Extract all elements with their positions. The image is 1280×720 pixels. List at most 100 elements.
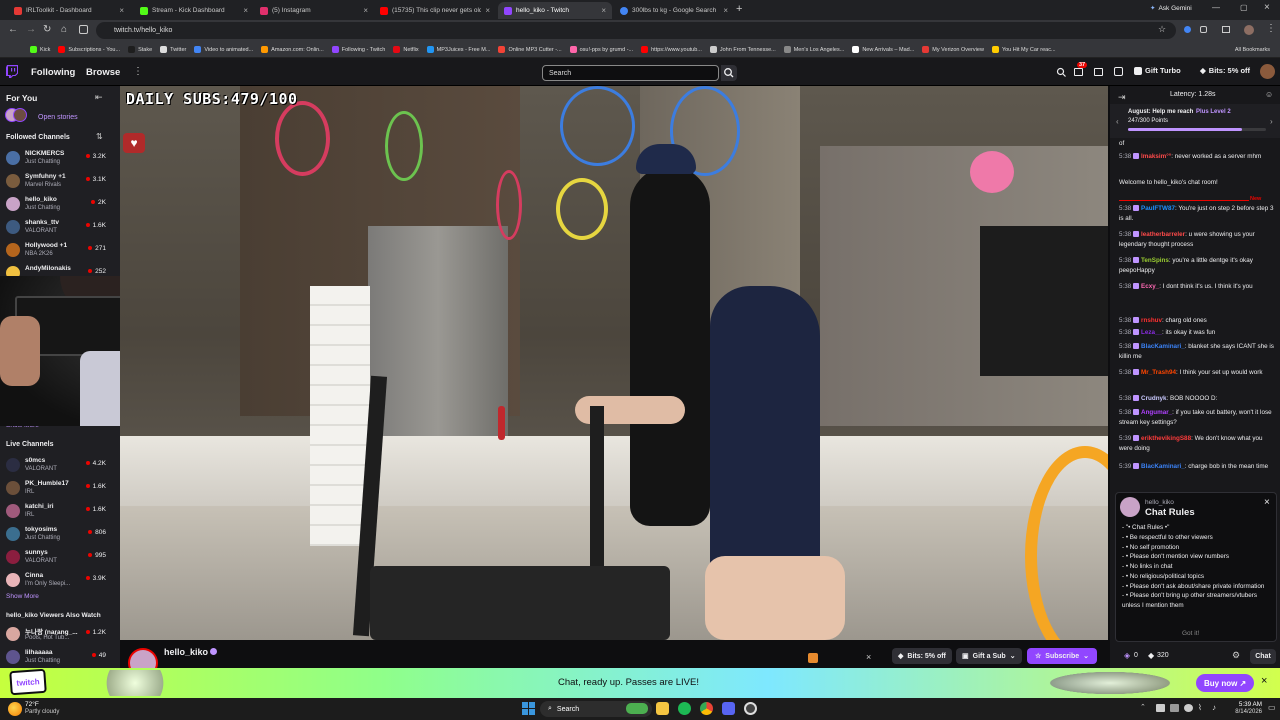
sidebar-channel-item[interactable]: lilhaaaaa Just Chatting 49 — [0, 647, 120, 668]
browser-tab[interactable]: (5) Instagram × — [254, 2, 374, 19]
subscribe-button[interactable]: ☆ Subscribe ⌄ — [1027, 648, 1098, 664]
show-more-link-2[interactable]: Show More — [6, 593, 39, 600]
chat-username[interactable]: Angumar_ — [1141, 409, 1172, 416]
chat-username[interactable]: lmaksim°° — [1141, 153, 1171, 160]
browser-tab-active[interactable]: hello_kiko - Twitch × — [498, 2, 612, 19]
buy-now-button[interactable]: Buy now ↗ — [1196, 674, 1255, 692]
browser-tab[interactable]: (15735) This clip never gets old × — [374, 2, 496, 19]
close-icon[interactable]: × — [485, 6, 490, 15]
chat-button[interactable]: Chat — [1250, 649, 1276, 664]
maximize-icon[interactable]: ▢ — [1240, 3, 1248, 12]
close-icon[interactable]: × — [119, 6, 124, 15]
sidebar-channel-item[interactable]: sunnys VALORANT 995 — [0, 547, 120, 570]
close-icon[interactable]: × — [866, 652, 871, 662]
sidebar-channel-item[interactable]: katchi_iri IRL 1.6K — [0, 501, 120, 524]
star-icon[interactable]: ☆ — [1158, 24, 1166, 35]
chevron-left-icon[interactable]: ‹ — [1116, 117, 1119, 126]
close-icon[interactable]: × — [1264, 497, 1270, 508]
profile-avatar[interactable] — [1244, 25, 1254, 35]
sidepanel-icon[interactable] — [1222, 26, 1230, 33]
volume-icon[interactable]: ♪ — [1212, 703, 1216, 712]
reload-icon[interactable]: ↻ — [43, 24, 51, 35]
twitch-logo-icon[interactable] — [6, 65, 18, 78]
chat-username[interactable]: BlacKaminari_ — [1141, 463, 1185, 470]
sidebar-channel-item[interactable]: 누나랑 (narang_... Pools, Hot Tub... 1.2K — [0, 624, 120, 647]
tray-app-icon[interactable] — [1184, 704, 1193, 712]
sort-icon[interactable]: ⇅ — [96, 132, 103, 141]
extension-icon[interactable] — [1184, 26, 1191, 33]
network-icon[interactable]: ⌇ — [1198, 703, 1202, 712]
following-link[interactable]: Following — [31, 67, 75, 78]
bookmark-item[interactable]: Following - Twitch — [331, 46, 385, 53]
sidebar-channel-item[interactable]: shanks_ttv VALORANT 1.6K — [0, 217, 120, 240]
all-bookmarks-button[interactable]: All Bookmarks — [1235, 47, 1280, 53]
chat-username[interactable]: Ecxy_ — [1141, 283, 1159, 290]
obs-icon[interactable] — [744, 702, 757, 715]
bookmark-item[interactable]: Video to animated... — [194, 46, 253, 53]
sidebar-channel-item[interactable]: Hollywood +1 NBA 2K26 271 — [0, 240, 120, 263]
bookmark-item[interactable]: Subscriptions - You... — [58, 46, 120, 53]
chat-username[interactable]: rnshuv — [1141, 317, 1162, 324]
close-icon[interactable]: × — [1261, 675, 1267, 687]
browser-tab[interactable]: IRLToolkit - Dashboard × — [8, 2, 130, 19]
close-window-icon[interactable]: × — [1264, 2, 1270, 13]
bookmark-item[interactable]: My Verizon Overview — [922, 46, 984, 53]
chat-username[interactable]: BlacKaminari_ — [1141, 343, 1185, 350]
chat-username[interactable]: PaulFTW87 — [1141, 205, 1175, 212]
spotify-icon[interactable] — [678, 702, 691, 715]
users-icon[interactable]: ☺ — [1265, 90, 1273, 99]
clock-time[interactable]: 5:39 AM — [1222, 701, 1262, 708]
bookmark-item[interactable]: Kick — [30, 46, 50, 53]
sidebar-channel-item[interactable]: s0mcs VALORANT 4.2K — [0, 455, 120, 478]
sidebar-channel-item[interactable]: NICKMERCS Just Chatting 3.2K — [0, 148, 120, 171]
bookmark-item[interactable]: Online MP3 Cutter -... — [498, 46, 562, 53]
inbox-icon[interactable] — [1094, 68, 1103, 76]
stories-avatars[interactable] — [5, 108, 31, 126]
forward-icon[interactable]: → — [26, 24, 36, 35]
browser-tab[interactable]: Stream - Kick Dashboard × — [134, 2, 254, 19]
search-input[interactable]: Search — [542, 65, 719, 81]
channel-name[interactable]: hello_kiko — [164, 647, 208, 657]
bits-offer-button[interactable]: ◆ Bits: 5% off — [892, 648, 952, 664]
minimize-icon[interactable]: — — [1212, 3, 1220, 12]
promo-banner[interactable]: twitch Chat, ready up. Passes are LIVE! … — [0, 668, 1280, 698]
close-icon[interactable]: × — [601, 6, 606, 15]
chrome-icon[interactable] — [700, 702, 713, 715]
bookmark-item[interactable]: You Hit My Car reac... — [991, 46, 1056, 53]
file-explorer-icon[interactable] — [656, 702, 669, 715]
bits-icon[interactable]: ◆ — [1148, 651, 1154, 660]
ask-gemini-button[interactable]: ✦ Ask Gemini — [1150, 4, 1192, 13]
chat-username[interactable]: erikthevikingS88 — [1141, 435, 1191, 442]
address-bar[interactable]: twitch.tv/hello_kiko — [96, 22, 1176, 39]
sidebar-channel-item[interactable]: Symfuhny +1 Marvel Rivals 3.1K — [0, 171, 120, 194]
settings-icon[interactable]: ⚙ — [1232, 650, 1240, 661]
collapse-sidebar-icon[interactable]: ⇤ — [95, 92, 103, 103]
bookmark-item[interactable]: John From Tennesse... — [709, 46, 776, 53]
sidebar-channel-item[interactable]: PK_Humble17 IRL 1.6K — [0, 478, 120, 501]
notifications-icon[interactable]: ▭ — [1268, 703, 1276, 712]
weather-icon[interactable] — [8, 702, 22, 716]
crown-icon[interactable] — [1056, 67, 1066, 77]
bookmark-item[interactable]: https://www.youtub... — [641, 46, 702, 53]
gift-icon[interactable] — [808, 653, 818, 663]
user-avatar[interactable] — [1260, 64, 1275, 79]
bookmark-item[interactable]: osu!-pps by grumd -... — [569, 46, 633, 53]
video-player[interactable]: DAILY SUBS:479/100 ♥ — [120, 86, 1108, 640]
close-icon[interactable]: × — [243, 6, 248, 15]
chevron-right-icon[interactable]: › — [1270, 117, 1273, 126]
close-icon[interactable]: × — [723, 6, 728, 15]
gift-sub-button[interactable]: ▣ Gift a Sub ⌄ — [956, 648, 1022, 664]
got-it-button[interactable]: Got it! — [1176, 627, 1205, 639]
search-button[interactable] — [721, 65, 737, 81]
gift-turbo-button[interactable]: Gift Turbo — [1134, 66, 1181, 75]
bookmark-item[interactable]: Men's Los Angeles... — [783, 46, 844, 53]
notifications-icon[interactable] — [1074, 68, 1083, 76]
open-stories-link[interactable]: Open stories — [38, 114, 78, 121]
sidebar-channel-item[interactable]: Cinna I'm Only Sleepi... 3.9K — [0, 570, 120, 593]
start-icon[interactable] — [522, 702, 535, 715]
discord-icon[interactable] — [722, 702, 735, 715]
chat-username[interactable]: TenSpins — [1141, 257, 1169, 264]
extensions-icon[interactable] — [1200, 26, 1207, 33]
split-view-icon[interactable] — [79, 25, 88, 34]
sidebar-channel-item[interactable]: tokyosims Just Chatting 806 — [0, 524, 120, 547]
